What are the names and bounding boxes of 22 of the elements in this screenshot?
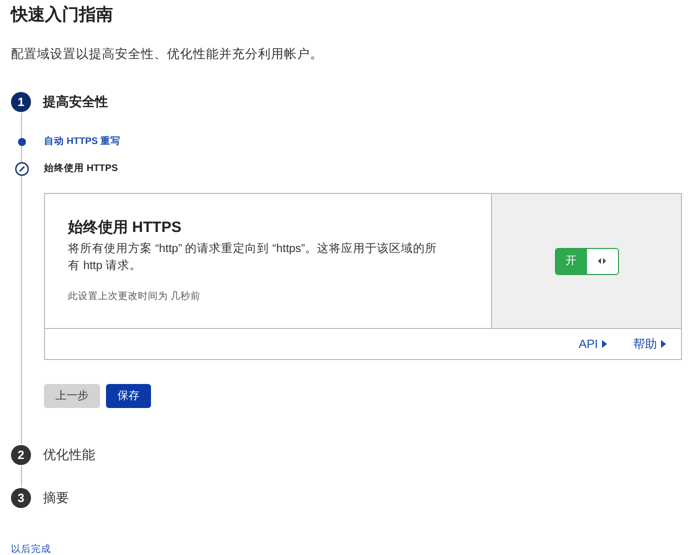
- toggle-handle-icon: [598, 258, 606, 264]
- card-title: 始终使用 HTTPS: [68, 218, 182, 238]
- save-button[interactable]: 保存: [106, 384, 151, 408]
- toggle-knob[interactable]: [586, 248, 618, 274]
- step-label: 优化性能: [43, 446, 95, 464]
- step-label: 提高安全性: [43, 93, 108, 112]
- finish-later-link[interactable]: 以后完成: [11, 543, 51, 555]
- page-title: 快速入门指南: [11, 4, 114, 26]
- card-description: 将所有使用方案 “http” 的请求重定向到 “https”。这将应用于该区域的所有 http 请求。: [68, 241, 438, 274]
- substep-link[interactable]: 始终使用 HTTPS: [44, 162, 118, 176]
- last-changed-text: 此设置上次更改时间为 几秒前: [68, 290, 202, 304]
- caret-icon: [661, 340, 666, 348]
- back-button[interactable]: 上一步: [44, 384, 100, 408]
- caret-icon: [602, 340, 607, 348]
- substep-link[interactable]: 自动 HTTPS 重写: [44, 134, 120, 150]
- page-subtitle: 配置域设置以提高安全性、优化性能并充分利用帐户。: [11, 46, 324, 63]
- footer-link[interactable]: 帮助: [633, 335, 666, 353]
- footer-link[interactable]: API: [578, 335, 607, 353]
- step-number: 3: [11, 488, 31, 508]
- step-number: 2: [11, 445, 31, 465]
- step-number: 1: [11, 92, 31, 112]
- step-label: 摘要: [43, 489, 69, 508]
